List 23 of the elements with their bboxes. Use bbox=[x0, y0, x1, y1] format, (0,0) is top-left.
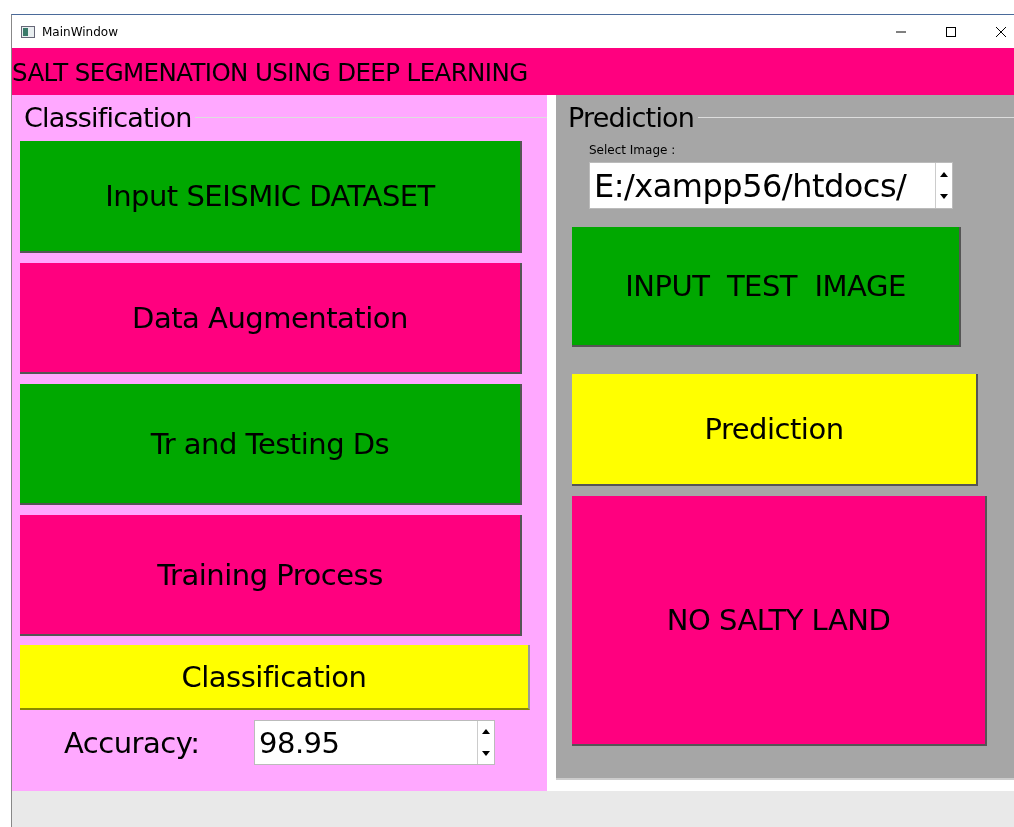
group-title: Classification bbox=[24, 101, 193, 133]
close-icon[interactable] bbox=[995, 25, 1007, 38]
split-dataset-button[interactable]: Tr and Testing Ds bbox=[20, 384, 522, 505]
training-button[interactable]: Training Process bbox=[20, 515, 522, 636]
input-dataset-button[interactable]: Input SEISMIC DATASET bbox=[20, 141, 522, 253]
maximize-icon[interactable] bbox=[945, 25, 957, 38]
spin-down-icon[interactable] bbox=[482, 750, 490, 756]
app-icon bbox=[21, 25, 35, 38]
spin-up-icon[interactable] bbox=[482, 729, 490, 735]
spin-up-icon[interactable] bbox=[940, 171, 948, 177]
input-test-image-button[interactable]: INPUT TEST IMAGE bbox=[572, 227, 961, 347]
augmentation-button[interactable]: Data Augmentation bbox=[20, 263, 522, 374]
result-button[interactable]: NO SALTY LAND bbox=[572, 496, 987, 746]
app-header: SALT SEGMENATION USING DEEP LEARNING bbox=[12, 48, 1014, 95]
prediction-button[interactable]: Prediction bbox=[572, 374, 978, 486]
window-title: MainWindow bbox=[42, 24, 118, 39]
image-path-field[interactable]: E:/xampp56/htdocs/ bbox=[589, 162, 953, 209]
select-image-label: Select Image : bbox=[589, 143, 677, 157]
classification-button[interactable]: Classification bbox=[20, 645, 530, 710]
accuracy-label: Accuracy: bbox=[64, 725, 201, 760]
group-title: Prediction bbox=[568, 101, 696, 133]
accuracy-field[interactable]: 98.95 bbox=[254, 720, 495, 765]
spin-down-icon[interactable] bbox=[940, 194, 948, 200]
